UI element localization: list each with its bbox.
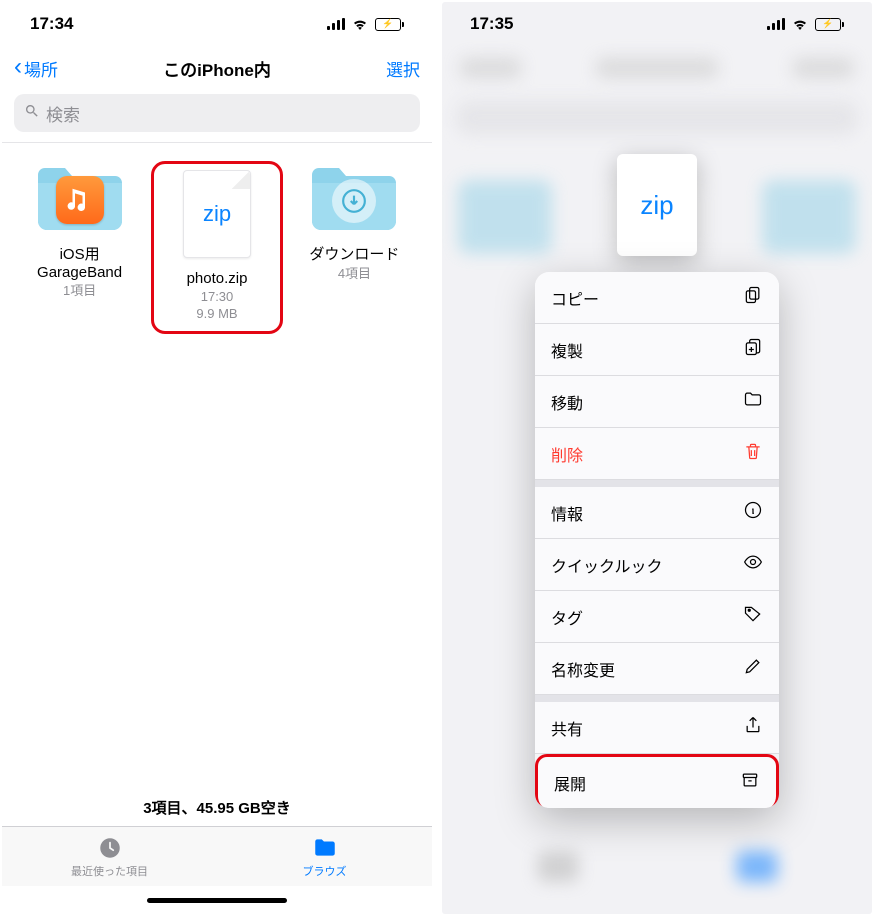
item-meta: 1項目 (14, 283, 145, 300)
tab-label: ブラウズ (303, 863, 347, 879)
item-name: photo.zip (158, 270, 276, 287)
navigation-bar: ‹ 場所 このiPhone内 選択 (2, 46, 432, 90)
menu-move[interactable]: 移動 (535, 376, 779, 428)
clock-icon (97, 835, 123, 861)
file-grid: iOS用 GarageBand 1項目 zip photo.zip 17:30 … (2, 142, 432, 789)
menu-label: 名称変更 (551, 657, 615, 681)
folder-icon (308, 161, 400, 233)
search-input[interactable]: 検索 (14, 94, 420, 132)
copy-icon (743, 285, 763, 310)
garageband-app-icon (56, 176, 104, 224)
menu-quicklook[interactable]: クイックルック (535, 539, 779, 591)
item-meta: 4項目 (289, 266, 420, 283)
menu-delete[interactable]: 削除 (535, 428, 779, 480)
tab-label: 最近使った項目 (71, 863, 148, 879)
folder-icon (34, 161, 126, 233)
trash-icon (743, 441, 763, 466)
download-icon (332, 179, 376, 223)
menu-label: 展開 (554, 771, 586, 795)
status-indicators: ⚡ (327, 17, 404, 31)
wifi-icon (351, 17, 369, 31)
select-button[interactable]: 選択 (386, 56, 420, 81)
menu-duplicate[interactable]: 複製 (535, 324, 779, 376)
menu-info[interactable]: 情報 (535, 487, 779, 539)
zip-badge: zip (203, 201, 231, 227)
zip-file-icon: zip (171, 168, 263, 260)
folder-icon (743, 389, 763, 414)
menu-label: 移動 (551, 390, 583, 414)
menu-tags[interactable]: タグ (535, 591, 779, 643)
storage-status: 3項目、45.95 GB空き (2, 789, 432, 826)
menu-label: 情報 (551, 501, 583, 525)
menu-rename[interactable]: 名称変更 (535, 643, 779, 695)
menu-label: 共有 (551, 716, 583, 740)
battery-icon: ⚡ (815, 18, 844, 31)
tab-recents[interactable]: 最近使った項目 (2, 827, 217, 886)
files-app-context-menu-screen: 17:35 ⚡ zip コピー 複製 移動 (442, 2, 872, 914)
page-title: このiPhone内 (2, 56, 432, 81)
wifi-icon (791, 17, 809, 31)
search-placeholder: 検索 (46, 101, 80, 126)
status-time: 17:35 (470, 14, 513, 34)
menu-copy[interactable]: コピー (535, 272, 779, 324)
archive-icon (740, 770, 760, 795)
tab-browse[interactable]: ブラウズ (217, 827, 432, 886)
menu-label: 削除 (551, 442, 583, 466)
menu-expand[interactable]: 展開 (535, 754, 779, 808)
folder-downloads[interactable]: ダウンロード 4項目 (289, 161, 420, 334)
info-icon (743, 500, 763, 525)
chevron-left-icon: ‹ (14, 55, 22, 79)
status-bar: 17:34 ⚡ (2, 2, 432, 46)
cellular-icon (767, 18, 785, 30)
duplicate-icon (743, 337, 763, 362)
folder-garageband[interactable]: iOS用 GarageBand 1項目 (14, 161, 145, 334)
file-photo-zip[interactable]: zip photo.zip 17:30 9.9 MB (151, 161, 283, 334)
status-bar: 17:35 ⚡ (442, 2, 872, 46)
eye-icon (743, 552, 763, 577)
pencil-icon (743, 656, 763, 681)
menu-label: 複製 (551, 338, 583, 362)
item-name: ダウンロード (289, 243, 420, 264)
tag-icon (743, 604, 763, 629)
cellular-icon (327, 18, 345, 30)
search-container: 検索 (2, 90, 432, 142)
zip-badge: zip (640, 190, 673, 221)
tab-bar: 最近使った項目 ブラウズ (2, 826, 432, 886)
item-name: iOS用 GarageBand (14, 243, 145, 281)
status-time: 17:34 (30, 14, 73, 34)
back-label: 場所 (24, 56, 58, 81)
menu-share[interactable]: 共有 (535, 702, 779, 754)
back-button[interactable]: ‹ 場所 (14, 56, 58, 81)
search-icon (24, 103, 40, 124)
battery-icon: ⚡ (375, 18, 404, 31)
share-icon (743, 715, 763, 740)
menu-separator (535, 480, 779, 487)
files-app-browse-screen: 17:34 ⚡ ‹ 場所 このiPhone内 選択 検索 (2, 2, 432, 914)
menu-label: タグ (551, 605, 583, 629)
item-meta: 17:30 9.9 MB (158, 289, 276, 323)
menu-label: コピー (551, 286, 599, 310)
menu-label: クイックルック (551, 553, 663, 577)
folder-icon (312, 835, 338, 861)
context-menu: コピー 複製 移動 削除 情報 クイックルック タグ 名称変更 (535, 272, 779, 808)
home-indicator[interactable] (2, 886, 432, 914)
preview-zip-file[interactable]: zip (617, 154, 697, 256)
status-indicators: ⚡ (767, 17, 844, 31)
menu-separator (535, 695, 779, 702)
